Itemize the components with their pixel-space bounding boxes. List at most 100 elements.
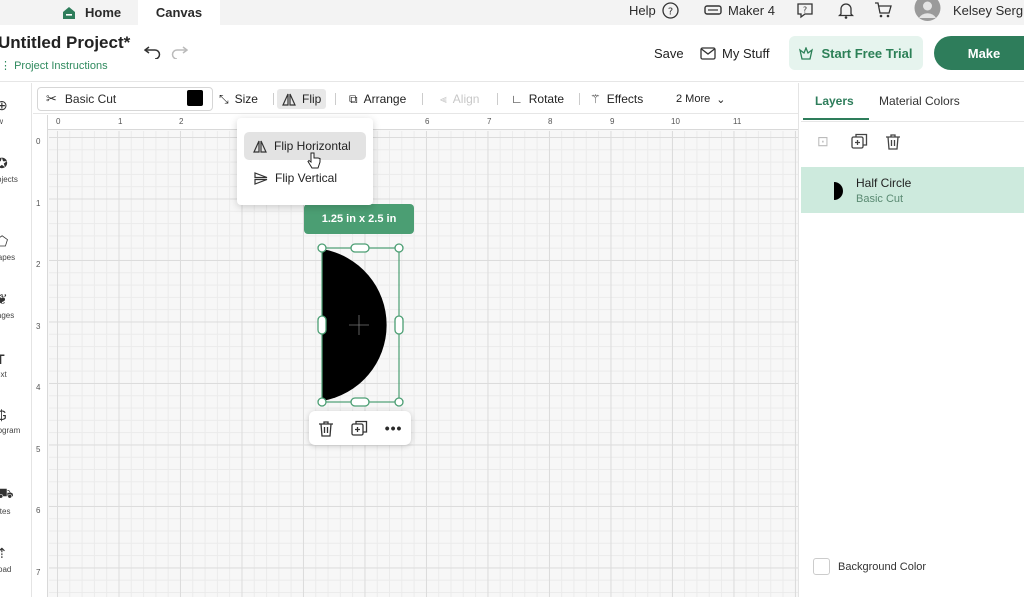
my-stuff-button[interactable]: My Stuff bbox=[700, 46, 769, 61]
flip-icon bbox=[282, 93, 296, 106]
delete-layer-icon[interactable] bbox=[885, 133, 901, 150]
make-button[interactable]: Make bbox=[934, 36, 1024, 70]
arrange-label: Arrange bbox=[363, 92, 407, 106]
ruler-tick: 1 bbox=[36, 199, 41, 208]
start-free-trial-button[interactable]: Start Free Trial bbox=[789, 36, 923, 70]
ruler-tick: 4 bbox=[36, 383, 41, 392]
plus-circle-icon: ⊕ bbox=[0, 97, 8, 113]
help-menu[interactable]: Help ? bbox=[629, 0, 679, 20]
sidebar-item-projects[interactable]: ✪ Projects bbox=[0, 155, 30, 184]
layers-panel: Layers Material Colors ⊡ Half Circle Bas… bbox=[798, 83, 1024, 597]
group-icon[interactable]: ⊡ bbox=[817, 133, 829, 150]
tab-canvas-label: Canvas bbox=[155, 5, 203, 20]
toolbar-divider bbox=[335, 93, 336, 105]
sidebar-label-templates: Templates bbox=[0, 507, 11, 516]
sidebar-item-monogram[interactable]: ₲ Monogram bbox=[0, 407, 30, 435]
avatar bbox=[914, 0, 941, 21]
machine-icon bbox=[704, 5, 722, 15]
ruler-tick: 7 bbox=[487, 117, 492, 126]
instructions-icon: ⋮ bbox=[0, 60, 15, 72]
size-button[interactable]: ⤡ Size bbox=[219, 89, 258, 109]
crown-icon bbox=[799, 46, 814, 60]
user-name: Kelsey Sergi bbox=[953, 2, 1024, 18]
design-canvas[interactable]: 0 1 2 3 4 5 6 7 8 9 10 11 0 1 2 3 4 5 6 … bbox=[33, 115, 798, 597]
upload-icon: ⇡ bbox=[0, 545, 8, 561]
redo-icon[interactable] bbox=[171, 44, 188, 59]
background-color-checkbox[interactable] bbox=[813, 558, 830, 575]
resize-handle[interactable] bbox=[394, 243, 404, 253]
resize-handle[interactable] bbox=[350, 397, 370, 407]
sidebar-label-monogram: Monogram bbox=[0, 426, 21, 435]
ruler-tick: 0 bbox=[56, 117, 61, 126]
project-instructions-link[interactable]: ⋮ Project Instructions bbox=[0, 59, 108, 72]
arrange-button[interactable]: ⧉ Arrange bbox=[349, 89, 406, 109]
sidebar-item-templates[interactable]: ⛟ Templates bbox=[0, 485, 30, 516]
notifications-button[interactable] bbox=[838, 0, 854, 20]
selection-size-badge: 1.25 in x 2.5 in bbox=[304, 204, 414, 234]
resize-handle[interactable] bbox=[317, 315, 327, 335]
resize-handle[interactable] bbox=[350, 243, 370, 253]
resize-handle[interactable] bbox=[394, 315, 404, 335]
mail-icon bbox=[700, 47, 716, 60]
flip-button[interactable]: Flip bbox=[277, 89, 327, 109]
half-circle-thumbnail-icon bbox=[834, 182, 843, 200]
align-button[interactable]: ⫷ Align bbox=[440, 89, 479, 109]
tab-material-colors[interactable]: Material Colors bbox=[879, 94, 960, 108]
undo-icon[interactable] bbox=[144, 44, 161, 59]
cart-icon bbox=[875, 2, 892, 18]
toolbar-divider bbox=[273, 93, 274, 105]
user-menu[interactable]: Kelsey Sergi bbox=[914, 0, 1024, 21]
sidebar-item-images[interactable]: ❦ Images bbox=[0, 291, 30, 320]
flip-vertical-icon bbox=[254, 171, 268, 185]
align-icon: ⫷ bbox=[440, 91, 447, 106]
ruler-horizontal: 0 1 2 3 4 5 6 7 8 9 10 11 bbox=[33, 115, 798, 130]
more-button[interactable]: 2 More ⌄ bbox=[676, 89, 725, 109]
canvas-grid bbox=[49, 131, 798, 597]
images-icon: ❦ bbox=[0, 291, 8, 307]
my-stuff-label: My Stuff bbox=[722, 46, 770, 61]
sidebar-item-upload[interactable]: ⇡ Upload bbox=[0, 545, 30, 574]
duplicate-layer-icon[interactable] bbox=[851, 133, 868, 150]
ruler-vertical: 0 1 2 3 4 5 6 7 bbox=[33, 115, 48, 597]
save-button[interactable]: Save bbox=[654, 46, 684, 61]
ruler-tick: 5 bbox=[36, 445, 41, 454]
cart-button[interactable] bbox=[874, 0, 892, 20]
duplicate-icon[interactable] bbox=[350, 420, 368, 437]
tab-canvas[interactable]: Canvas bbox=[138, 0, 220, 25]
ruler-tick: 8 bbox=[548, 117, 553, 126]
flip-vertical-option[interactable]: Flip Vertical bbox=[245, 164, 367, 192]
background-color-toggle[interactable]: Background Color bbox=[813, 558, 926, 575]
tab-layers[interactable]: Layers bbox=[815, 94, 854, 108]
more-options-icon[interactable]: ••• bbox=[385, 420, 403, 436]
color-swatch[interactable] bbox=[187, 90, 203, 106]
layer-item-half-circle[interactable]: Half Circle Basic Cut bbox=[801, 167, 1024, 213]
flip-horizontal-option[interactable]: Flip Horizontal bbox=[244, 132, 366, 160]
toolbar-divider bbox=[579, 93, 580, 105]
ruler-tick: 3 bbox=[36, 322, 41, 331]
chat-help-button[interactable]: ? bbox=[796, 0, 814, 20]
tab-home[interactable]: Home bbox=[62, 0, 121, 25]
project-instructions-label: Project Instructions bbox=[14, 60, 108, 72]
resize-handle[interactable] bbox=[317, 243, 327, 253]
sidebar-item-shapes[interactable]: ⬠ Shapes bbox=[0, 233, 30, 262]
machine-selector[interactable]: Maker 4 bbox=[704, 0, 775, 20]
flip-label: Flip bbox=[302, 92, 322, 106]
sidebar-item-text[interactable]: T Text bbox=[0, 351, 30, 379]
rotate-button[interactable]: ∟ Rotate bbox=[511, 89, 564, 109]
sidebar-label-text: Text bbox=[0, 370, 7, 379]
machine-label: Maker 4 bbox=[728, 2, 775, 18]
ruler-tick: 11 bbox=[733, 117, 742, 126]
text-icon: T bbox=[0, 351, 5, 367]
trash-icon[interactable] bbox=[318, 420, 334, 437]
templates-icon: ⛟ bbox=[0, 485, 14, 501]
resize-handle[interactable] bbox=[317, 397, 327, 407]
size-label: Size bbox=[234, 92, 258, 106]
resize-icon: ⤡ bbox=[219, 91, 229, 106]
project-title[interactable]: Untitled Project* bbox=[0, 33, 130, 53]
selected-shape[interactable] bbox=[312, 240, 408, 410]
rotate-angle-icon: ∟ bbox=[511, 92, 523, 106]
sidebar-item-new[interactable]: ⊕ New bbox=[0, 97, 30, 126]
resize-handle[interactable] bbox=[394, 397, 404, 407]
magic-wand-icon: ⚚ bbox=[590, 92, 601, 106]
effects-button[interactable]: ⚚ Effects bbox=[590, 89, 643, 109]
